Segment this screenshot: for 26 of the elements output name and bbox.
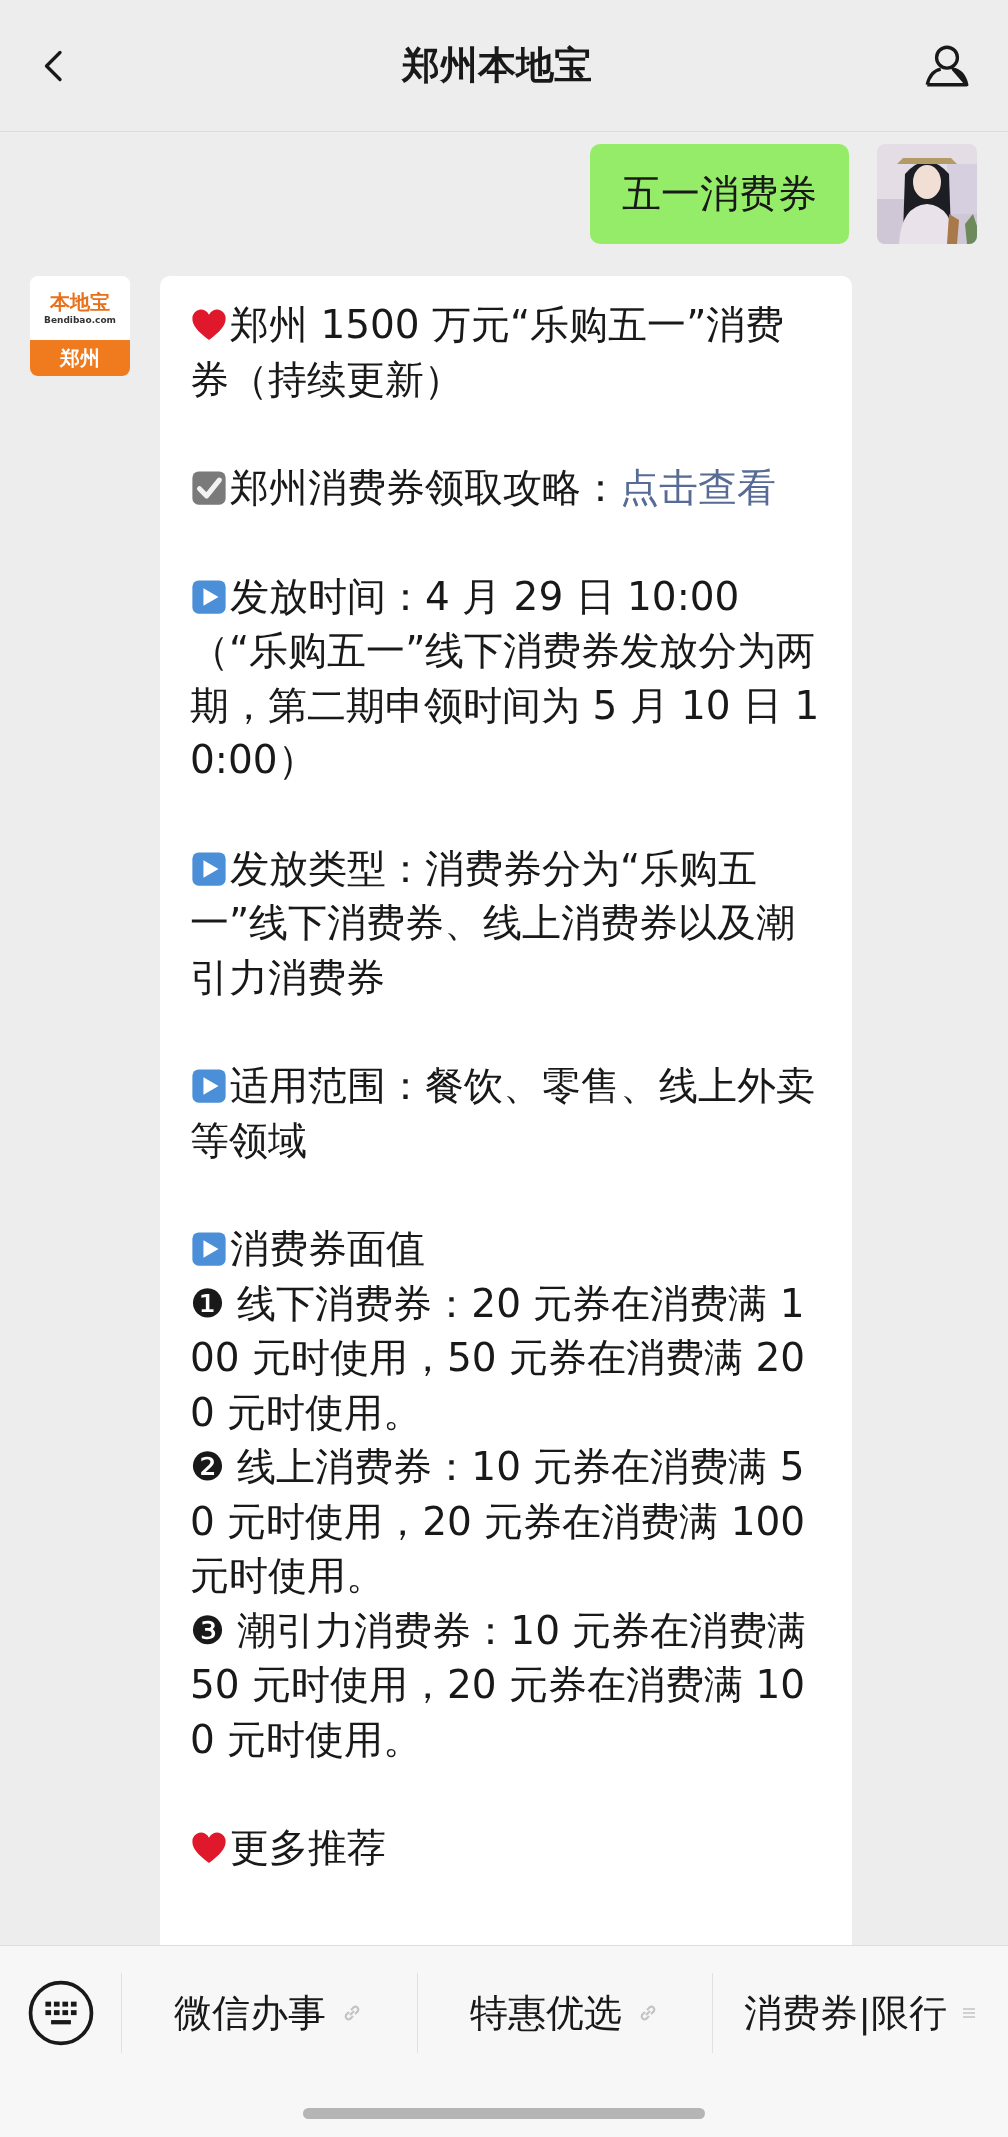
chat-title: 郑州本地宝 [402,42,592,89]
logo-brand: 本地宝 [50,291,110,312]
sent-message-bubble: 五一消费券 [590,144,849,244]
play-icon [190,849,228,888]
menu-item[interactable]: 特惠优选 [470,1984,660,2042]
play-icon [190,1230,228,1268]
menu-item[interactable]: 消费券|限行 [744,1984,978,2042]
logo-city: 郑州 [60,348,100,368]
message-text: ❶ 线下消费券：20 元券在消费满 100 元时使用，50 元券在消费满 200 元时使用。 [190,1279,807,1437]
message-text: 发放时间：4 月 29 日 10:00（“乐购五一”线下消费券发放分为两期，第二期申领时间为 5 月 10 日 10:00） [190,572,821,784]
checkbox-icon [190,469,228,507]
message-text: 消费券面值 [190,1222,822,1277]
message-text: 郑州消费券领取攻略：点击查看 [190,461,822,516]
message-text: 更多推荐 [190,1821,822,1876]
menu-icon [961,2005,978,2021]
menu-item[interactable]: 微信办事 [174,1984,365,2042]
message-text: 适用范围：餐饮、零售、线上外卖等领域 [190,1062,816,1165]
message-text: 郑州 1500 万元“乐购五一”消费券（持续更新） [190,301,786,404]
view-link[interactable]: 点击查看 [620,465,776,510]
message-text: ❸ 潮引力消费券：10 元券在消费满50 元时使用，20 元券在消费满 100 元时使用。 [190,1606,808,1764]
message-text: ❷ 线上消费券：10 元券在消费满 50 元时使用，20 元券在消费满 100 元时使用。 [190,1443,807,1600]
play-icon [190,1067,228,1105]
keyboard-icon[interactable] [26,1979,95,2047]
logo-site: Bendibao.com [44,315,116,325]
message-text: 发放类型：消费券分为“乐购五一”线下消费券、线上消费券以及潮引力消费券 [190,844,797,1002]
play-icon [190,577,228,616]
